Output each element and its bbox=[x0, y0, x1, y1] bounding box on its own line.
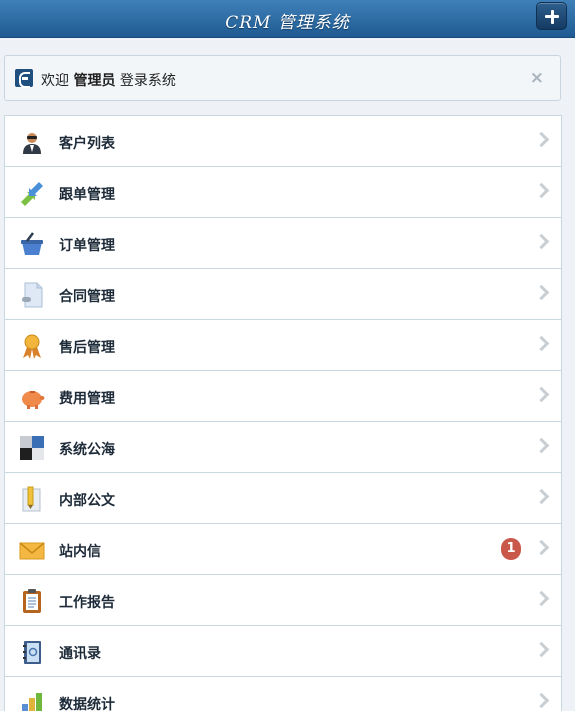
chevron-right-icon bbox=[533, 131, 550, 148]
menu-item-label: 站内信 bbox=[59, 544, 101, 560]
menu-item-label: 数据统计 bbox=[59, 697, 115, 711]
app-header: CRM 管理系统 bbox=[0, 0, 575, 38]
address-book-icon bbox=[19, 639, 45, 665]
chevron-right-icon bbox=[533, 437, 550, 454]
menu-item-label: 订单管理 bbox=[59, 238, 115, 254]
unread-badge: 1 bbox=[501, 538, 521, 560]
chevron-right-icon bbox=[533, 335, 550, 352]
menu-item-public-pool[interactable]: 系统公海 bbox=[5, 422, 561, 473]
chevron-right-icon bbox=[533, 590, 550, 607]
menu-item-label: 客户列表 bbox=[59, 136, 115, 152]
follow-up-arrows-icon bbox=[19, 180, 45, 206]
menu-item-internal-docs[interactable]: 内部公文 bbox=[5, 473, 561, 524]
award-ribbon-icon bbox=[19, 333, 45, 359]
menu-item-follow-up[interactable]: 跟单管理 bbox=[5, 167, 561, 218]
chevron-right-icon bbox=[533, 539, 550, 556]
welcome-text: 欢迎 管理员 登录系统 bbox=[41, 70, 176, 90]
menu-item-messages[interactable]: 站内信 1 bbox=[5, 524, 561, 575]
document-pencil-icon bbox=[19, 486, 45, 512]
contract-document-icon bbox=[19, 282, 45, 308]
app-logo-icon bbox=[15, 69, 33, 88]
chevron-right-icon bbox=[533, 692, 550, 709]
menu-item-label: 售后管理 bbox=[59, 340, 115, 356]
username: 管理员 bbox=[73, 73, 116, 89]
welcome-prefix: 欢迎 bbox=[41, 73, 69, 89]
menu-item-after-sales[interactable]: 售后管理 bbox=[5, 320, 561, 371]
menu-item-contacts[interactable]: 通讯录 bbox=[5, 626, 561, 677]
menu-item-work-reports[interactable]: 工作报告 bbox=[5, 575, 561, 626]
menu-item-contracts[interactable]: 合同管理 bbox=[5, 269, 561, 320]
main-menu: 客户列表 跟单管理 订单管理 合同管理 售后管理 费用管理 系统公海 内部公文 … bbox=[4, 115, 562, 711]
clipboard-icon bbox=[19, 588, 45, 614]
chevron-right-icon bbox=[533, 386, 550, 403]
menu-item-label: 通讯录 bbox=[59, 646, 101, 662]
chevron-right-icon bbox=[533, 488, 550, 505]
menu-item-label: 费用管理 bbox=[59, 391, 115, 407]
shopping-basket-icon bbox=[19, 231, 45, 257]
menu-item-label: 工作报告 bbox=[59, 595, 115, 611]
close-icon[interactable]: × bbox=[530, 68, 544, 88]
menu-item-label: 内部公文 bbox=[59, 493, 115, 509]
chevron-right-icon bbox=[533, 182, 550, 199]
menu-item-customers[interactable]: 客户列表 bbox=[5, 116, 561, 167]
squares-icon bbox=[19, 435, 45, 461]
welcome-suffix: 登录系统 bbox=[119, 73, 176, 89]
chevron-right-icon bbox=[533, 233, 550, 250]
menu-item-label: 合同管理 bbox=[59, 289, 115, 305]
add-button[interactable] bbox=[536, 2, 567, 30]
piggy-bank-icon bbox=[19, 384, 45, 410]
bar-chart-icon bbox=[19, 690, 45, 711]
app-title: CRM 管理系统 bbox=[225, 13, 350, 33]
menu-item-orders[interactable]: 订单管理 bbox=[5, 218, 561, 269]
menu-item-expenses[interactable]: 费用管理 bbox=[5, 371, 561, 422]
welcome-banner: 欢迎 管理员 登录系统 × bbox=[4, 55, 561, 101]
customer-icon bbox=[19, 129, 45, 155]
envelope-icon bbox=[19, 537, 45, 563]
chevron-right-icon bbox=[533, 641, 550, 658]
menu-item-statistics[interactable]: 数据统计 bbox=[5, 677, 561, 711]
menu-item-label: 跟单管理 bbox=[59, 187, 115, 203]
menu-item-label: 系统公海 bbox=[59, 442, 115, 458]
chevron-right-icon bbox=[533, 284, 550, 301]
